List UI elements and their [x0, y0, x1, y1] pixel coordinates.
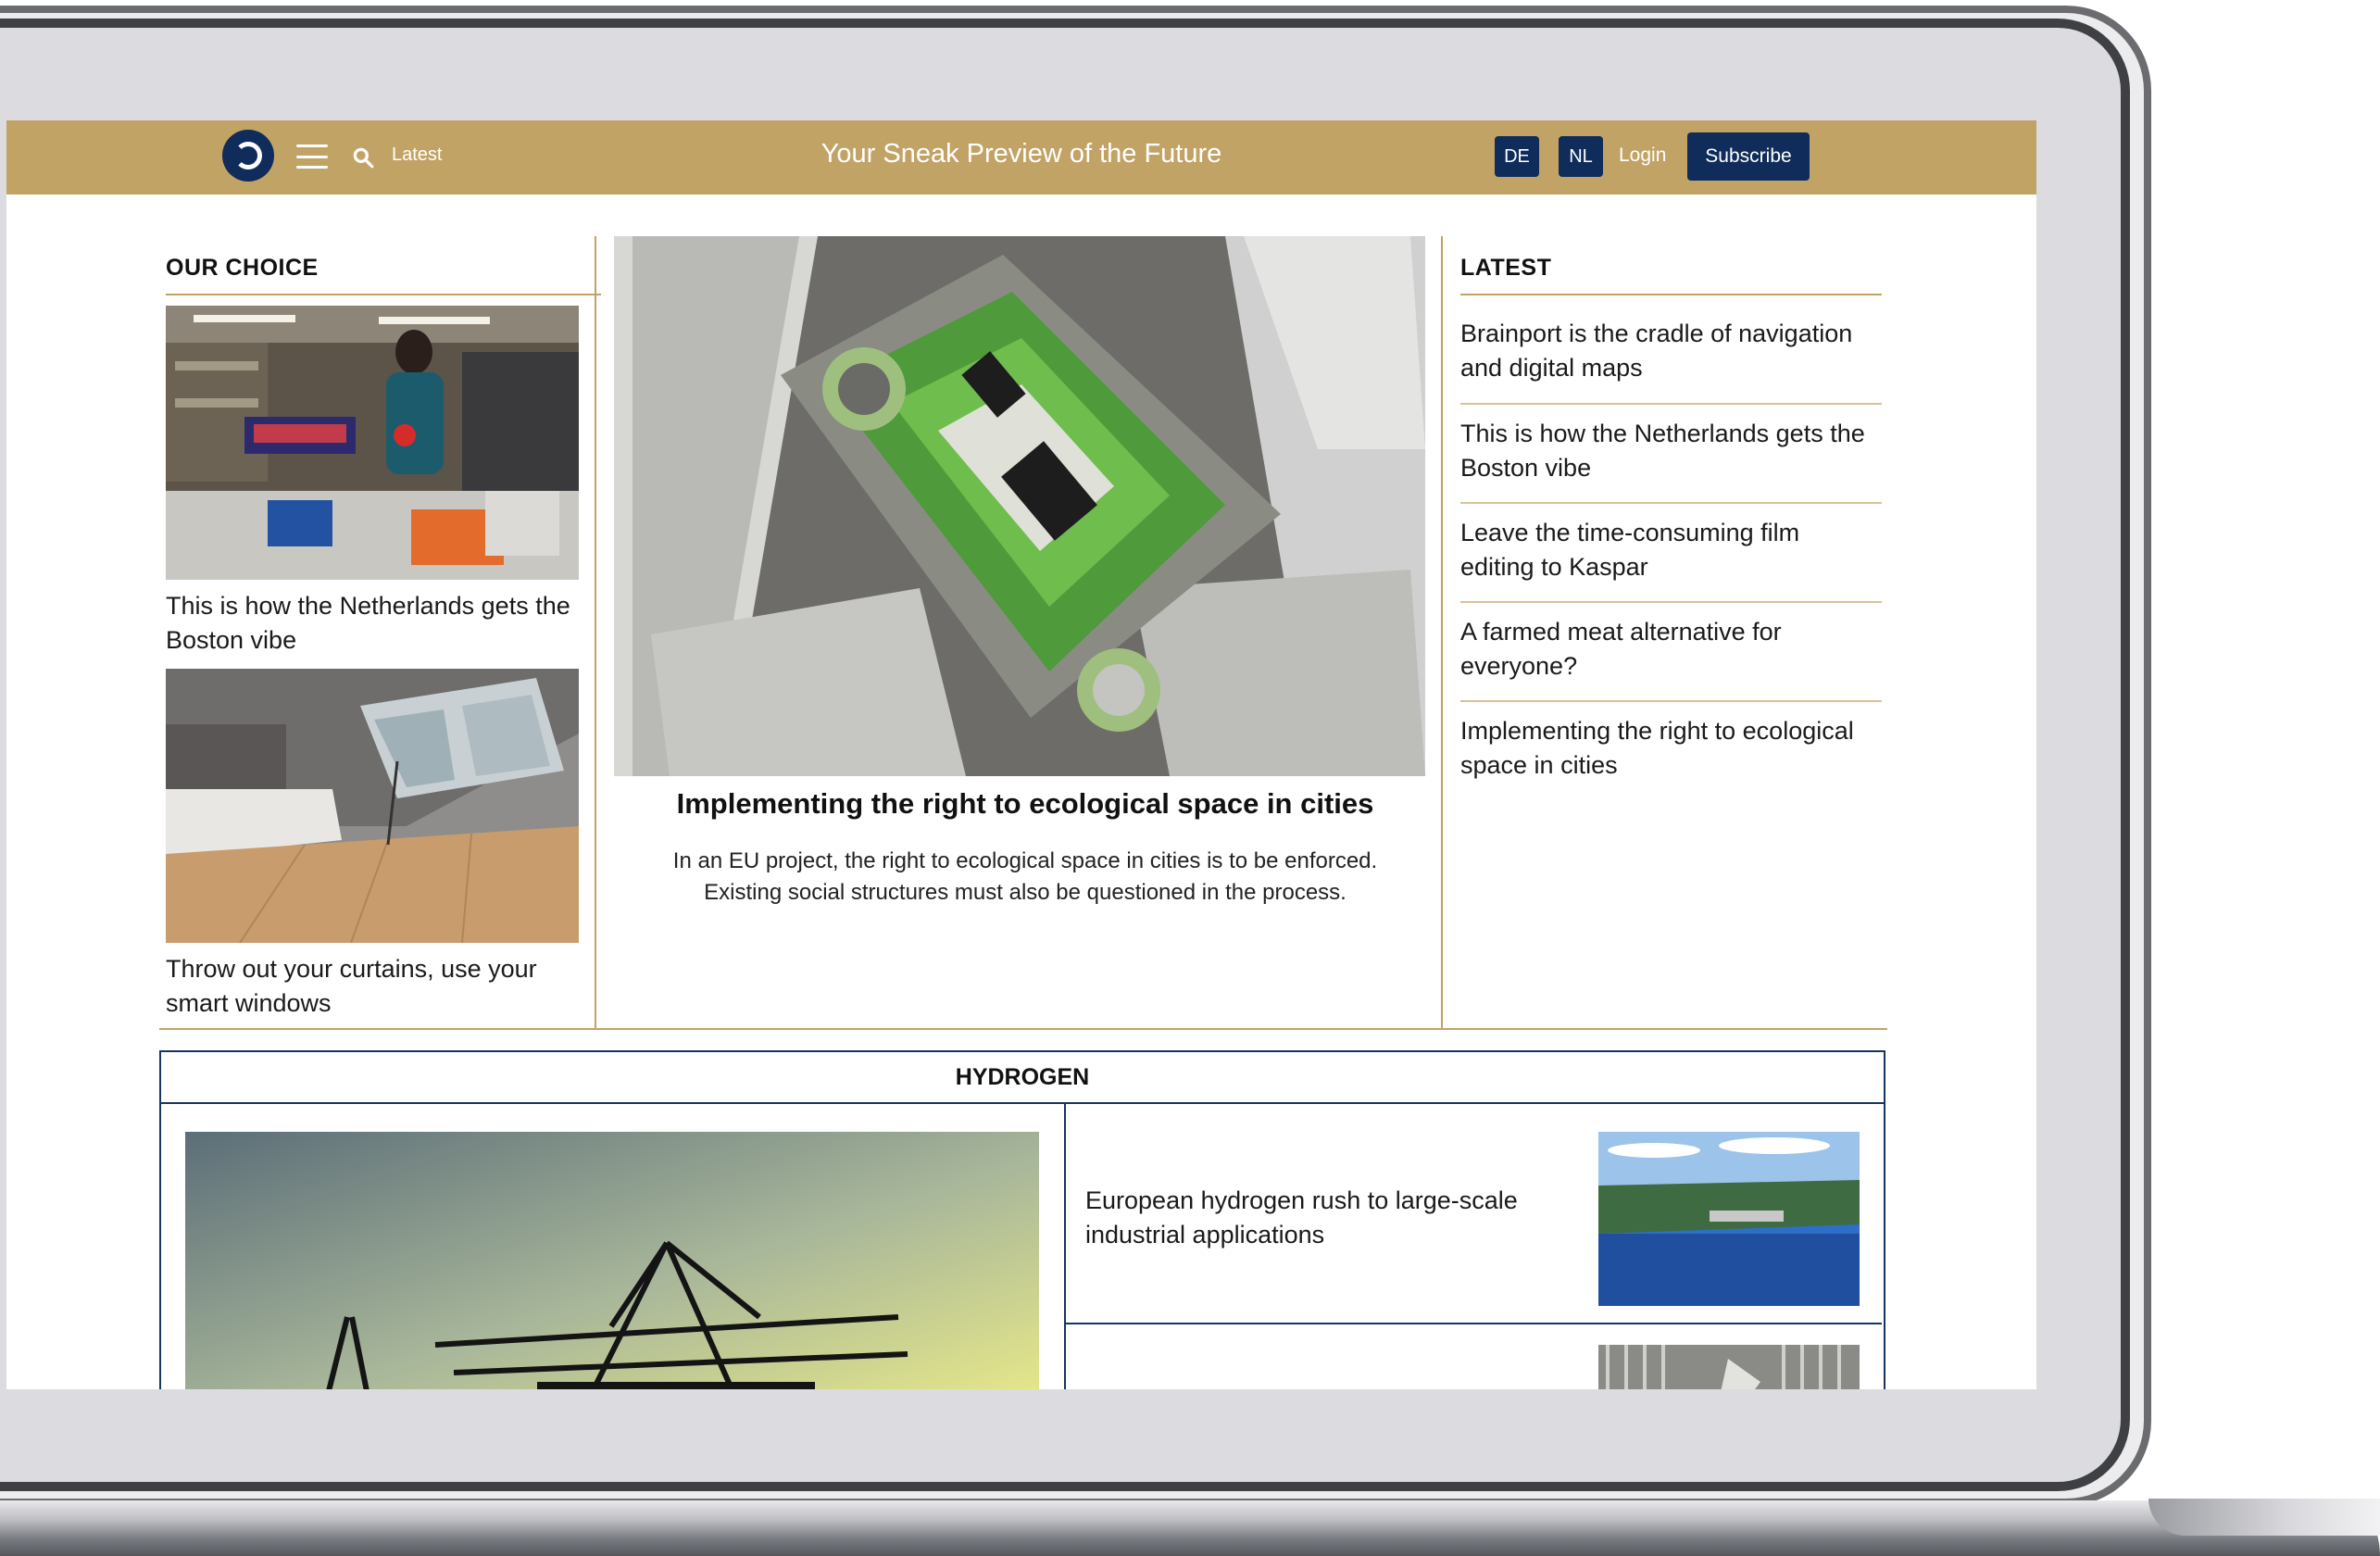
smart-windows-bedroom-image[interactable] — [166, 669, 579, 943]
menu-icon[interactable] — [296, 144, 328, 169]
our-choice-caption-1[interactable]: This is how the Netherlands gets the Bos… — [166, 589, 601, 658]
column-divider-right — [1441, 236, 1443, 1028]
lab-scientist-image[interactable] — [166, 306, 579, 580]
laptop-base-edge — [2148, 1499, 2380, 1536]
feature-headline[interactable]: Implementing the right to ecological spa… — [614, 787, 1436, 821]
feature-description: In an EU project, the right to ecologica… — [672, 848, 1378, 905]
hydrogen-article-link[interactable]: European hydrogen rush to large-scale in… — [1085, 1184, 1567, 1252]
latest-divider — [1460, 502, 1882, 504]
logo-icon[interactable] — [222, 130, 274, 182]
login-link[interactable]: Login — [1619, 144, 1666, 167]
latest-divider — [1460, 601, 1882, 603]
language-de-button[interactable]: DE — [1495, 136, 1539, 177]
latest-item[interactable]: Brainport is the cradle of navigation an… — [1460, 317, 1877, 385]
our-choice-heading: OUR CHOICE — [166, 255, 319, 281]
latest-item[interactable]: Implementing the right to ecological spa… — [1460, 714, 1877, 783]
our-choice-caption-2[interactable]: Throw out your curtains, use your smart … — [166, 952, 601, 1021]
laptop-base — [0, 1500, 2380, 1556]
latest-rule — [1460, 294, 1882, 295]
latest-heading: LATEST — [1460, 255, 1552, 281]
hydrogen-divider-horizontal — [1066, 1323, 1882, 1324]
language-nl-button[interactable]: NL — [1559, 136, 1603, 177]
hydrogen-thumbnail-2[interactable] — [1598, 1345, 1860, 1389]
latest-divider — [1460, 403, 1882, 405]
harbor-aerial-image[interactable] — [1598, 1132, 1860, 1306]
latest-item[interactable]: A farmed meat alternative for everyone? — [1460, 615, 1877, 684]
site-header: Latest Your Sneak Preview of the Future … — [6, 120, 2036, 194]
port-cranes-image[interactable] — [185, 1132, 1039, 1389]
section-divider — [159, 1028, 1887, 1030]
our-choice-rule — [166, 294, 601, 295]
latest-nav-link[interactable]: Latest — [392, 144, 442, 166]
search-icon[interactable] — [351, 145, 375, 169]
hydrogen-heading: HYDROGEN — [161, 1052, 1884, 1104]
hydrogen-divider-vertical — [1064, 1102, 1066, 1389]
latest-item[interactable]: This is how the Netherlands gets the Bos… — [1460, 417, 1877, 485]
website-screen: Latest Your Sneak Preview of the Future … — [6, 120, 2036, 1389]
feature-aerial-city-image[interactable] — [614, 236, 1425, 776]
subscribe-button[interactable]: Subscribe — [1687, 132, 1810, 181]
latest-divider — [1460, 700, 1882, 702]
column-divider-left — [595, 236, 596, 1028]
latest-item[interactable]: Leave the time-consuming film editing to… — [1460, 516, 1877, 584]
